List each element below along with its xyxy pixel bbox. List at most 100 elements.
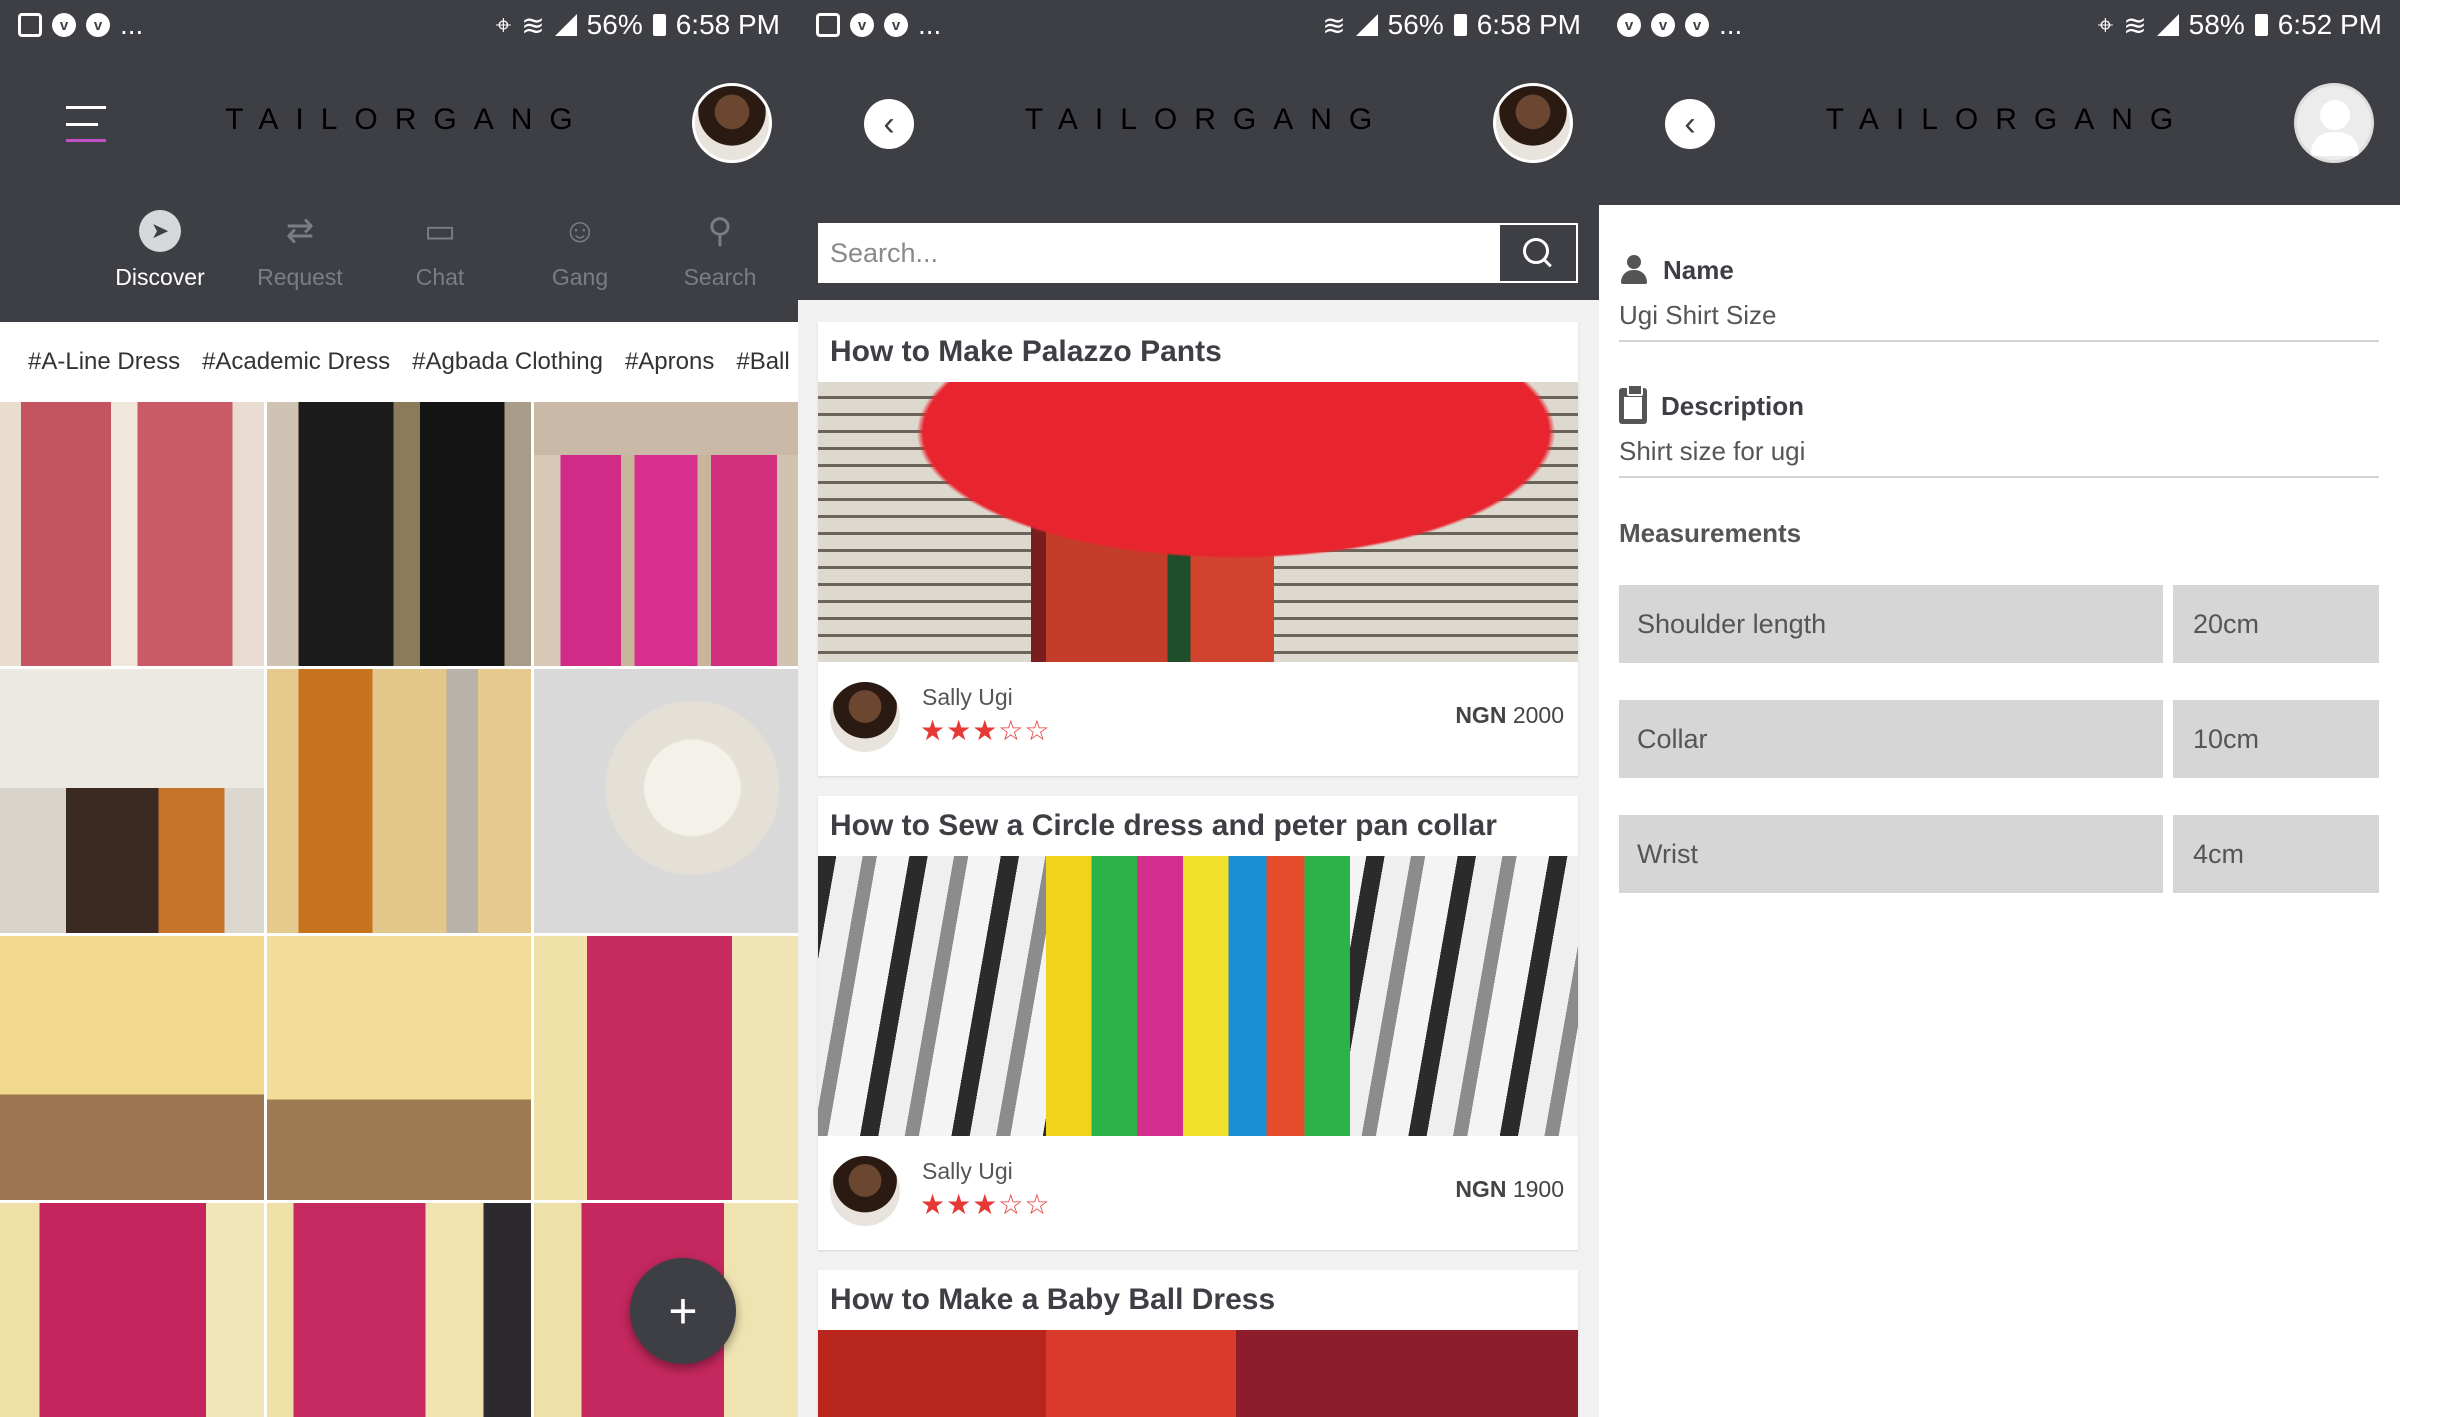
more-notifications: ... xyxy=(918,9,942,40)
price: NGN 2000 xyxy=(1455,702,1564,729)
description-label: Description xyxy=(1619,384,2379,426)
photo-tile[interactable] xyxy=(0,669,264,933)
clock: 6:58 PM xyxy=(675,9,780,40)
image-icon xyxy=(18,13,42,37)
tab-chat[interactable]: ▭ Chat xyxy=(370,210,510,291)
photo-tile[interactable] xyxy=(534,402,798,666)
clipboard-icon xyxy=(1619,384,1647,424)
measurement-value[interactable]: 20cm xyxy=(2173,585,2379,663)
photo-tile[interactable] xyxy=(267,936,531,1200)
signal-icon xyxy=(554,14,577,36)
search-icon: ⚲ xyxy=(707,212,733,250)
app-logo: TAILORGANG xyxy=(1024,103,1390,136)
name-label: Name xyxy=(1619,250,2379,290)
vpn-icon: v xyxy=(884,13,908,37)
search-button[interactable] xyxy=(1498,223,1578,283)
tag-chip[interactable]: #Aprons xyxy=(625,348,714,376)
profile-avatar[interactable] xyxy=(692,83,772,163)
tutorial-card[interactable]: How to Make Palazzo Pants Sally Ugi ★★★☆… xyxy=(818,322,1578,776)
label-text: Description xyxy=(1661,390,1805,421)
measurement-value[interactable]: 4cm xyxy=(2173,815,2379,893)
card-image xyxy=(818,856,1578,1136)
author-avatar xyxy=(830,682,900,752)
compass-icon: ➤ xyxy=(139,210,181,252)
tag-chip[interactable]: #Academic Dress xyxy=(202,348,390,376)
rating-stars: ★★★☆☆ xyxy=(920,1189,1051,1220)
tag-chip[interactable]: #Agbada Clothing xyxy=(412,348,603,376)
photo-tile[interactable] xyxy=(0,402,264,666)
measurement-name[interactable]: Collar xyxy=(1619,700,2163,778)
card-image xyxy=(818,382,1578,662)
author-avatar xyxy=(830,1156,900,1226)
measurement-name[interactable]: Wrist xyxy=(1619,815,2163,893)
price-value: 2000 xyxy=(1512,702,1564,728)
author-name: Sally Ugi xyxy=(922,684,1013,710)
wifi-icon: ≋ xyxy=(2123,9,2147,41)
profile-avatar[interactable] xyxy=(2294,83,2374,163)
chat-icon: ▭ xyxy=(423,212,457,250)
search-icon xyxy=(1523,238,1553,268)
tab-label: Search xyxy=(683,264,757,290)
tab-search[interactable]: ⚲ Search xyxy=(650,210,790,291)
profile-avatar[interactable] xyxy=(1493,83,1573,163)
measurement-form: Name Ugi Shirt Size Description Shirt si… xyxy=(1619,250,2379,930)
search-input[interactable] xyxy=(818,223,1498,283)
wifi-icon: ≋ xyxy=(1322,9,1346,41)
add-button[interactable]: + xyxy=(630,1258,736,1364)
measurements-heading: Measurements xyxy=(1619,518,1802,548)
photo-tile[interactable] xyxy=(534,669,798,933)
name-field[interactable]: Ugi Shirt Size xyxy=(1619,290,2379,342)
card-footer: Sally Ugi ★★★☆☆ NGN 2000 xyxy=(818,662,1578,776)
person-icon xyxy=(1619,255,1649,285)
measurement-row: Shoulder length 20cm xyxy=(1619,585,2379,663)
more-notifications: ... xyxy=(120,9,144,40)
vpn-icon: v xyxy=(86,13,110,37)
photo-tile[interactable] xyxy=(267,402,531,666)
photo-tile[interactable] xyxy=(0,1203,264,1417)
tab-label: Discover xyxy=(115,264,205,290)
measurement-name[interactable]: Shoulder length xyxy=(1619,585,2163,663)
swap-icon: ⇄ xyxy=(285,212,315,250)
tag-strip: #A-Line Dress #Academic Dress #Agbada Cl… xyxy=(0,322,798,402)
price: NGN 1900 xyxy=(1455,1176,1564,1203)
tab-discover[interactable]: ➤ Discover xyxy=(90,210,230,291)
right-margin xyxy=(2400,0,2437,1417)
tutorial-card[interactable]: How to Sew a Circle dress and peter pan … xyxy=(818,796,1578,1250)
tab-label: Request xyxy=(257,264,343,290)
measurement-value[interactable]: 10cm xyxy=(2173,700,2379,778)
measurement-row: Collar 10cm xyxy=(1619,700,2379,778)
photo-tile[interactable] xyxy=(534,936,798,1200)
location-icon: ⌖ xyxy=(2097,8,2114,40)
battery-percent: 56% xyxy=(586,9,643,40)
battery-percent: 58% xyxy=(2188,9,2245,40)
photo-tile[interactable] xyxy=(0,936,264,1200)
more-notifications: ... xyxy=(1719,9,1743,40)
tab-gang[interactable]: ☺ Gang xyxy=(510,210,650,291)
app-logo: TAILORGANG xyxy=(225,103,590,136)
status-bar: v v ... ≋ 56% 6:58 PM xyxy=(798,0,1599,50)
tab-label: Chat xyxy=(415,264,465,290)
vpn-icon: v xyxy=(1685,13,1709,37)
vpn-icon: v xyxy=(1617,13,1641,37)
tab-label: Gang xyxy=(551,264,609,290)
card-title: How to Sew a Circle dress and peter pan … xyxy=(830,809,1497,842)
signal-icon xyxy=(2156,14,2179,36)
currency: NGN xyxy=(1455,702,1507,728)
app-header: ‹ TAILORGANG xyxy=(1599,50,2400,200)
label-text: Name xyxy=(1663,254,1734,285)
image-icon xyxy=(816,13,840,37)
status-bar: v v v ... ⌖ ≋ 58% 6:52 PM xyxy=(1599,0,2400,50)
clock: 6:58 PM xyxy=(1476,9,1581,40)
card-image xyxy=(818,1330,1578,1417)
photo-tile[interactable] xyxy=(267,1203,531,1417)
tag-chip[interactable]: #A-Line Dress xyxy=(28,348,180,376)
tutorial-card[interactable]: How to Make a Baby Ball Dress xyxy=(818,1270,1578,1417)
description-field[interactable]: Shirt size for ugi xyxy=(1619,426,2379,478)
tab-request[interactable]: ⇄ Request xyxy=(230,210,370,291)
photo-tile[interactable] xyxy=(267,669,531,933)
price-value: 1900 xyxy=(1512,1176,1564,1202)
battery-percent: 56% xyxy=(1387,9,1444,40)
battery-icon xyxy=(2254,14,2268,36)
tutorials-screen: v v ... ≋ 56% 6:58 PM ‹ TAILORGANG How t… xyxy=(798,0,1599,1417)
tag-chip[interactable]: #Ball xyxy=(736,348,789,376)
